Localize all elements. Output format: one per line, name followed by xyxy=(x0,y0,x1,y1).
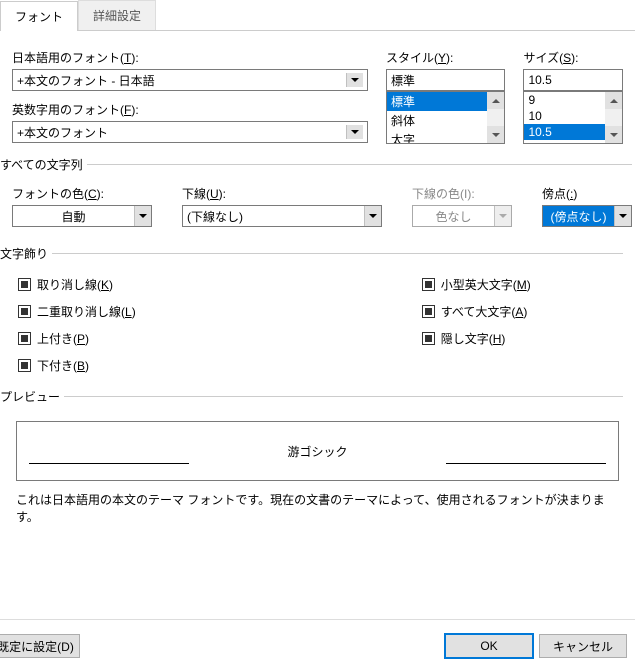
check-all-caps[interactable]: すべて大文字(A) xyxy=(422,303,531,320)
chevron-down-icon[interactable] xyxy=(364,206,381,226)
list-item[interactable]: 斜体 xyxy=(387,111,487,130)
tab-font[interactable]: フォント xyxy=(0,1,78,31)
en-font-label: 英数字用のフォント(F): xyxy=(12,101,368,118)
set-default-button[interactable]: 既定に設定(D) xyxy=(0,634,80,658)
underline-label: 下線(U): xyxy=(182,185,382,202)
list-item[interactable]: 太字 xyxy=(387,130,487,144)
chevron-down-icon[interactable] xyxy=(346,73,363,87)
preview-box: 游ゴシック xyxy=(16,421,619,481)
size-input[interactable]: 10.5 xyxy=(523,69,623,91)
check-double-strike[interactable]: 二重取り消し線(L) xyxy=(18,303,136,320)
scrollbar[interactable] xyxy=(605,92,622,143)
list-item[interactable]: 10.5 xyxy=(524,124,605,140)
list-item[interactable]: 9 xyxy=(524,92,605,108)
check-superscript[interactable]: 上付き(P) xyxy=(18,330,136,347)
style-label: スタイル(Y): xyxy=(386,49,505,66)
scroll-down-icon[interactable] xyxy=(605,126,622,143)
scroll-up-icon[interactable] xyxy=(487,92,504,109)
underline-color-combo: 色なし xyxy=(412,205,512,227)
chevron-down-icon xyxy=(494,206,511,226)
scroll-up-icon[interactable] xyxy=(605,92,622,109)
scrollbar[interactable] xyxy=(487,92,504,143)
preview-description: これは日本語用の本文のテーマ フォントです。現在の文書のテーマによって、使用され… xyxy=(16,491,619,525)
style-input[interactable]: 標準 xyxy=(386,69,505,91)
cancel-button[interactable]: キャンセル xyxy=(539,634,627,658)
chevron-down-icon[interactable] xyxy=(346,125,363,139)
emphasis-combo[interactable]: (傍点なし) xyxy=(542,205,632,227)
font-color-combo[interactable]: 自動 xyxy=(12,205,152,227)
emphasis-label: 傍点(:) xyxy=(542,185,632,202)
tab-bar: フォント 詳細設定 xyxy=(0,0,635,31)
check-subscript[interactable]: 下付き(B) xyxy=(18,357,136,374)
font-color-label: フォントの色(C): xyxy=(12,185,152,202)
check-hidden[interactable]: 隠し文字(H) xyxy=(422,330,531,347)
size-label: サイズ(S): xyxy=(523,49,623,66)
list-item[interactable]: 標準 xyxy=(387,92,487,111)
check-strike[interactable]: 取り消し線(K) xyxy=(18,276,136,293)
tab-advanced[interactable]: 詳細設定 xyxy=(78,0,156,30)
preview-text: 游ゴシック xyxy=(287,443,347,460)
style-listbox[interactable]: 標準 斜体 太字 xyxy=(386,91,505,144)
section-decoration: 文字飾り xyxy=(0,245,52,262)
chevron-down-icon[interactable] xyxy=(614,206,631,226)
en-font-combo[interactable]: +本文のフォント xyxy=(12,121,368,143)
size-listbox[interactable]: 9 10 10.5 xyxy=(523,91,623,144)
underline-color-label: 下線の色(I): xyxy=(412,185,512,202)
section-all-text: すべての文字列 xyxy=(0,156,87,173)
jp-font-combo[interactable]: +本文のフォント - 日本語 xyxy=(12,69,368,91)
ok-button[interactable]: OK xyxy=(445,634,533,658)
list-item[interactable]: 10 xyxy=(524,108,605,124)
chevron-down-icon[interactable] xyxy=(134,206,151,226)
check-small-caps[interactable]: 小型英大文字(M) xyxy=(422,276,531,293)
jp-font-label: 日本語用のフォント(T): xyxy=(12,49,368,66)
scroll-down-icon[interactable] xyxy=(487,126,504,143)
footer: 既定に設定(D) OK キャンセル xyxy=(0,619,635,670)
section-preview: プレビュー xyxy=(0,388,64,405)
underline-combo[interactable]: (下線なし) xyxy=(182,205,382,227)
